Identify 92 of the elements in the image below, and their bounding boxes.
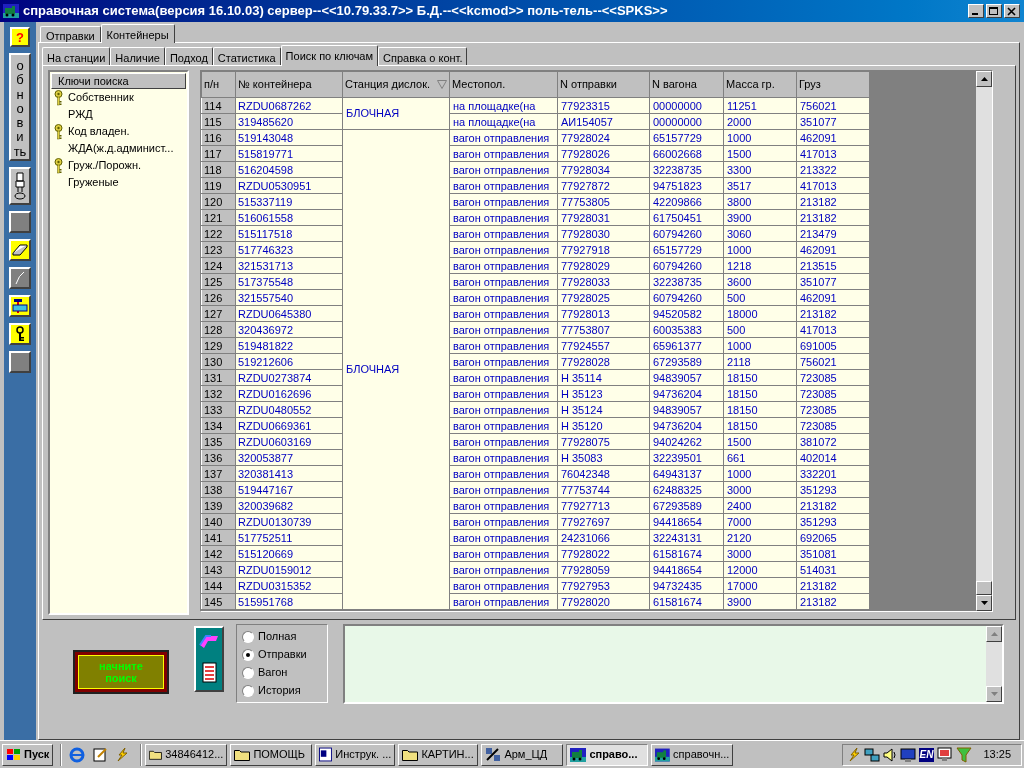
filter-icon xyxy=(437,80,447,89)
column-title: Станция дислок. xyxy=(345,77,431,93)
radio-button[interactable] xyxy=(242,648,254,661)
eraser-button[interactable] xyxy=(9,239,31,261)
list-item[interactable]: РЖД xyxy=(68,106,93,123)
tool-button[interactable] xyxy=(9,295,31,317)
train-icon xyxy=(655,747,671,762)
browser-icon[interactable] xyxy=(69,746,86,763)
speaker-icon[interactable] xyxy=(882,746,897,763)
display-icon[interactable] xyxy=(937,746,954,763)
list-item[interactable]: ЖДА(ж.д.админист... xyxy=(68,140,174,157)
list-item[interactable]: Код владен. xyxy=(68,123,130,140)
taskbar-button[interactable]: ПОМОЩЬ xyxy=(230,743,313,766)
radio-label[interactable]: Вагон xyxy=(258,664,288,681)
line-icon xyxy=(15,271,25,285)
help-button[interactable]: ? xyxy=(10,27,30,47)
tab[interactable]: Наличие xyxy=(110,47,165,66)
filter-icon[interactable] xyxy=(956,746,973,763)
column-header[interactable]: N вагона xyxy=(649,71,724,98)
eraser-icon xyxy=(12,244,28,256)
folder-icon xyxy=(402,748,419,761)
maximize-icon xyxy=(989,6,999,16)
minimize-icon xyxy=(972,12,978,15)
scroll-thumb[interactable] xyxy=(976,581,992,595)
close-icon xyxy=(1007,6,1017,16)
column-header[interactable]: № контейнера xyxy=(235,71,343,98)
column-header[interactable]: Груз xyxy=(796,71,870,98)
table-cell: БЛОЧНАЯ xyxy=(342,129,450,610)
stamp-icon xyxy=(12,298,28,314)
refresh-button[interactable]: обновить xyxy=(9,53,31,161)
radio-label[interactable]: История xyxy=(258,682,301,699)
folder-icon xyxy=(234,748,251,761)
scroll-icon xyxy=(200,661,218,684)
radio-button[interactable] xyxy=(242,666,254,679)
taskbar-button[interactable]: справо... xyxy=(566,743,649,766)
column-header[interactable]: Масса гр. xyxy=(723,71,797,98)
radio-button[interactable] xyxy=(242,684,254,697)
tab[interactable]: На станции xyxy=(42,47,111,66)
list-item[interactable]: Собственник xyxy=(68,89,134,106)
column-header[interactable]: Станция дислок. xyxy=(342,71,450,98)
key-icon xyxy=(54,123,63,140)
icon-panel-button[interactable] xyxy=(194,626,224,692)
monitor-icon[interactable] xyxy=(899,746,916,763)
line-button[interactable] xyxy=(9,267,31,289)
list-item[interactable]: Груженые xyxy=(68,174,119,191)
plug-button[interactable] xyxy=(9,167,31,205)
taskbar-button[interactable]: Арм_ЦД xyxy=(481,743,564,766)
key-icon xyxy=(54,89,63,106)
column-header[interactable]: N отправки xyxy=(557,71,650,98)
up-arrow-icon xyxy=(980,77,988,81)
column-header: Ключи поиска xyxy=(51,73,186,89)
folder-icon xyxy=(149,748,163,761)
taskbar-button[interactable]: 34846412... xyxy=(145,743,228,766)
window-title: справочная система(версия 16.10.03) сервер--<<10.79.33.7>> Б.Д.--<<kcmod>> поль-тель--<<SPKS>> xyxy=(23,2,668,21)
blank-button[interactable] xyxy=(9,351,31,373)
app-icon xyxy=(3,4,19,18)
document-icon xyxy=(319,747,333,762)
down-arrow-icon xyxy=(980,601,988,605)
table-cell: БЛОЧНАЯ xyxy=(342,97,450,130)
maximize-button[interactable] xyxy=(986,4,1002,18)
message-area[interactable] xyxy=(343,624,1004,704)
vertical-scrollbar[interactable] xyxy=(976,71,992,611)
taskbar-button[interactable]: КАРТИН... xyxy=(398,743,479,766)
key-icon xyxy=(14,326,26,342)
radio-label[interactable]: Отправки xyxy=(258,646,307,663)
start-button[interactable]: Пуск xyxy=(2,743,54,766)
key-icon xyxy=(54,157,63,174)
column-header[interactable]: Местопол. xyxy=(449,71,558,98)
close-button[interactable] xyxy=(1004,4,1020,18)
column-header[interactable]: п/н xyxy=(201,71,236,98)
app-icon xyxy=(485,747,502,762)
minimize-button[interactable] xyxy=(968,4,984,18)
clock: 13:25 xyxy=(983,747,1011,763)
key-button[interactable] xyxy=(9,323,31,345)
taskbar-button[interactable]: Инструк. ... xyxy=(315,743,396,766)
radio-label[interactable]: Полная xyxy=(258,628,297,645)
notepad-icon[interactable] xyxy=(92,746,109,763)
plug-icon xyxy=(13,171,27,201)
vertical-scrollbar[interactable] xyxy=(986,626,1002,702)
radio-button[interactable] xyxy=(242,630,254,643)
windows-logo-icon xyxy=(6,747,22,762)
list-item[interactable]: Груж./Порожн. xyxy=(68,157,142,174)
tab[interactable]: Контейнеры xyxy=(100,24,175,43)
tab[interactable]: Поиск по ключам xyxy=(280,45,379,66)
language-indicator[interactable]: EN xyxy=(918,747,935,762)
down-arrow-icon xyxy=(990,692,998,696)
blank-button[interactable] xyxy=(9,211,31,233)
taskbar-button[interactable]: справочн... xyxy=(651,743,734,766)
pointer-icon xyxy=(199,634,219,649)
network-icon[interactable] xyxy=(863,746,880,763)
up-arrow-icon xyxy=(990,632,998,636)
train-icon xyxy=(570,747,587,762)
